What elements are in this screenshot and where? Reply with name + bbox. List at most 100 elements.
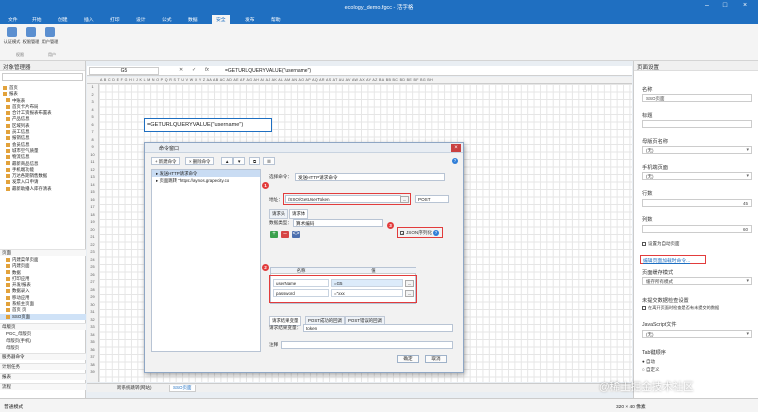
- move-up-icon[interactable]: ▲: [221, 157, 234, 165]
- minimize-icon[interactable]: –: [700, 2, 714, 9]
- address-label: 地址：: [269, 197, 283, 202]
- auth-mode-button[interactable]: 认证模式: [3, 27, 21, 45]
- maximize-icon[interactable]: □: [718, 2, 732, 9]
- data-type-select[interactable]: 算术编码: [293, 219, 383, 227]
- copy-icon[interactable]: ⧉: [249, 157, 261, 165]
- section-master[interactable]: 母版页: [0, 323, 86, 330]
- command-item-redirect[interactable]: ▸ 页面跳转 "https://aynos.grapecity.co: [152, 177, 260, 184]
- page-name-input[interactable]: SSO页面: [642, 94, 752, 102]
- master-item[interactable]: PGC_母版页: [6, 331, 31, 337]
- tab-formula[interactable]: 公式: [162, 16, 172, 23]
- section-server-commands[interactable]: 服务器命令: [0, 353, 86, 360]
- sheet-tab[interactable]: 跨系统跳转(网站): [117, 385, 152, 391]
- edit-load-command-link[interactable]: 编辑页面加载时命令...: [640, 255, 706, 264]
- user-manage-button[interactable]: 用户管理: [41, 27, 59, 45]
- master-label: 母版页名称: [642, 139, 668, 145]
- table-icon: [6, 117, 10, 122]
- row-header: 1 2 3 4 5 6 7 8 9 10 11 12 13 14 15 16 17 18 19 20 21 22 23 24 2…: [87, 84, 99, 382]
- tab-security[interactable]: 安全: [212, 15, 230, 24]
- tab-data[interactable]: 数据: [188, 16, 198, 23]
- method-select[interactable]: POST: [415, 195, 449, 203]
- fx-icon[interactable]: fx: [205, 67, 209, 73]
- unsaved-checkbox[interactable]: 在离开页面时检查是否有未提交的数据: [642, 305, 719, 311]
- checkbox-checked-icon[interactable]: ✓: [400, 230, 404, 235]
- accept-formula-icon[interactable]: ✓: [192, 67, 196, 73]
- master-item[interactable]: 母版页(手机): [6, 338, 31, 344]
- table-icon: [6, 148, 10, 153]
- tab-print[interactable]: 打印: [110, 16, 120, 23]
- cell-name-box[interactable]: G5: [89, 67, 159, 75]
- tab-request-header[interactable]: 请求头: [269, 209, 289, 219]
- rows-input[interactable]: 45: [642, 199, 752, 207]
- new-command-button[interactable]: + 新建命令: [151, 157, 181, 165]
- permission-button[interactable]: 权限管理: [22, 27, 40, 45]
- page-item-sso[interactable]: SSO页面: [0, 313, 86, 320]
- checkbox-icon[interactable]: [642, 241, 646, 246]
- dialog-close-icon[interactable]: ×: [451, 144, 461, 152]
- js-select[interactable]: (无): [642, 330, 752, 338]
- tab-insert[interactable]: 插入: [84, 16, 94, 23]
- ok-button[interactable]: 确定: [397, 355, 419, 363]
- tab-help[interactable]: 帮助: [271, 16, 281, 23]
- tab-file[interactable]: 文件: [8, 16, 18, 23]
- json-checkbox[interactable]: ✓ JSON序列化: [400, 230, 432, 236]
- section-reports[interactable]: 报表: [0, 373, 86, 380]
- section-workflow[interactable]: 流程: [0, 383, 86, 390]
- table-icon: [6, 104, 10, 109]
- checkbox-icon[interactable]: [642, 305, 646, 310]
- js-label: JavaScript文件: [642, 322, 677, 328]
- tab-create[interactable]: 创建: [58, 16, 68, 23]
- tab-design[interactable]: 设计: [136, 16, 146, 23]
- remove-param-icon[interactable]: –: [281, 231, 289, 238]
- note-input[interactable]: [281, 341, 453, 349]
- page-icon: [6, 289, 10, 294]
- paste-icon[interactable]: ☰: [263, 157, 275, 165]
- section-scheduled-tasks[interactable]: 计划任务: [0, 363, 86, 370]
- tab-publish[interactable]: 发布: [245, 16, 255, 23]
- add-param-icon[interactable]: +: [270, 231, 278, 238]
- cache-select[interactable]: 缓存所有模式: [642, 277, 752, 285]
- table-icon: [6, 167, 10, 172]
- code-param-icon[interactable]: <>: [292, 231, 300, 238]
- mobile-select[interactable]: (无): [642, 172, 752, 180]
- adaptive-checkbox[interactable]: 设置为自动页面: [642, 241, 680, 247]
- address-highlight: [283, 193, 411, 205]
- command-properties: 选择命令： 发送HTTP请求命令 地址： /SSO/GetUserToken .…: [262, 169, 461, 352]
- page-icon: [6, 257, 10, 262]
- tree-item[interactable]: 最新助播人库存清表: [0, 186, 86, 192]
- object-tree: 首页 报表 中账表 首页卡片布局 合计工资报表布置表 产品信息 区域列表 员工信…: [0, 85, 86, 192]
- status-bar: 普通模式 320 × 40 像素: [0, 398, 758, 412]
- group-label-user: 用户: [48, 52, 56, 57]
- cancel-formula-icon[interactable]: ✕: [179, 67, 183, 73]
- group-label-permission: 权限: [16, 52, 24, 57]
- note-label: 注释: [269, 342, 279, 347]
- tab-custom-radio[interactable]: ○ 自定义: [642, 367, 659, 373]
- result-var-input[interactable]: token: [303, 324, 453, 332]
- page-icon: [6, 270, 10, 275]
- master-item[interactable]: 母版页: [6, 345, 19, 351]
- tab-auto-radio[interactable]: ● 自动: [642, 359, 655, 365]
- cols-input[interactable]: 60: [642, 225, 752, 233]
- object-manager: 对象管理器 首页 报表 中账表 首页卡片布局 合计工资报表布置表 产品信息 区域…: [0, 61, 86, 398]
- move-down-icon[interactable]: ▼: [233, 157, 246, 165]
- json-help-icon[interactable]: ?: [433, 230, 439, 236]
- unsaved-label: 未提交数据检查设置: [642, 298, 689, 304]
- page-icon: [6, 283, 10, 288]
- master-select[interactable]: (无): [642, 146, 752, 154]
- tab-request-body[interactable]: 请求体: [289, 209, 309, 219]
- tab-home[interactable]: 开始: [32, 16, 42, 23]
- object-search-input[interactable]: [2, 73, 83, 81]
- close-icon[interactable]: ×: [738, 2, 752, 9]
- table-icon: [6, 174, 10, 178]
- section-pages[interactable]: 页面: [0, 249, 86, 256]
- sheet-tab-active[interactable]: SSO页面: [169, 385, 196, 392]
- active-cell-g5[interactable]: =GETURLQUERYVALUE("username"): [144, 118, 272, 132]
- help-icon[interactable]: ?: [452, 158, 458, 164]
- page-title-input[interactable]: [642, 120, 752, 128]
- status-mode: 普通模式: [4, 405, 24, 410]
- cancel-button[interactable]: 取消: [425, 355, 447, 363]
- delete-command-button[interactable]: × 删除命令: [185, 157, 215, 165]
- command-type-select[interactable]: 发送HTTP请求命令: [295, 173, 445, 181]
- command-item-http[interactable]: ▸ 发送HTTP请求命令: [152, 170, 260, 177]
- formula-input[interactable]: =GETURLQUERYVALUE("username"): [225, 68, 311, 74]
